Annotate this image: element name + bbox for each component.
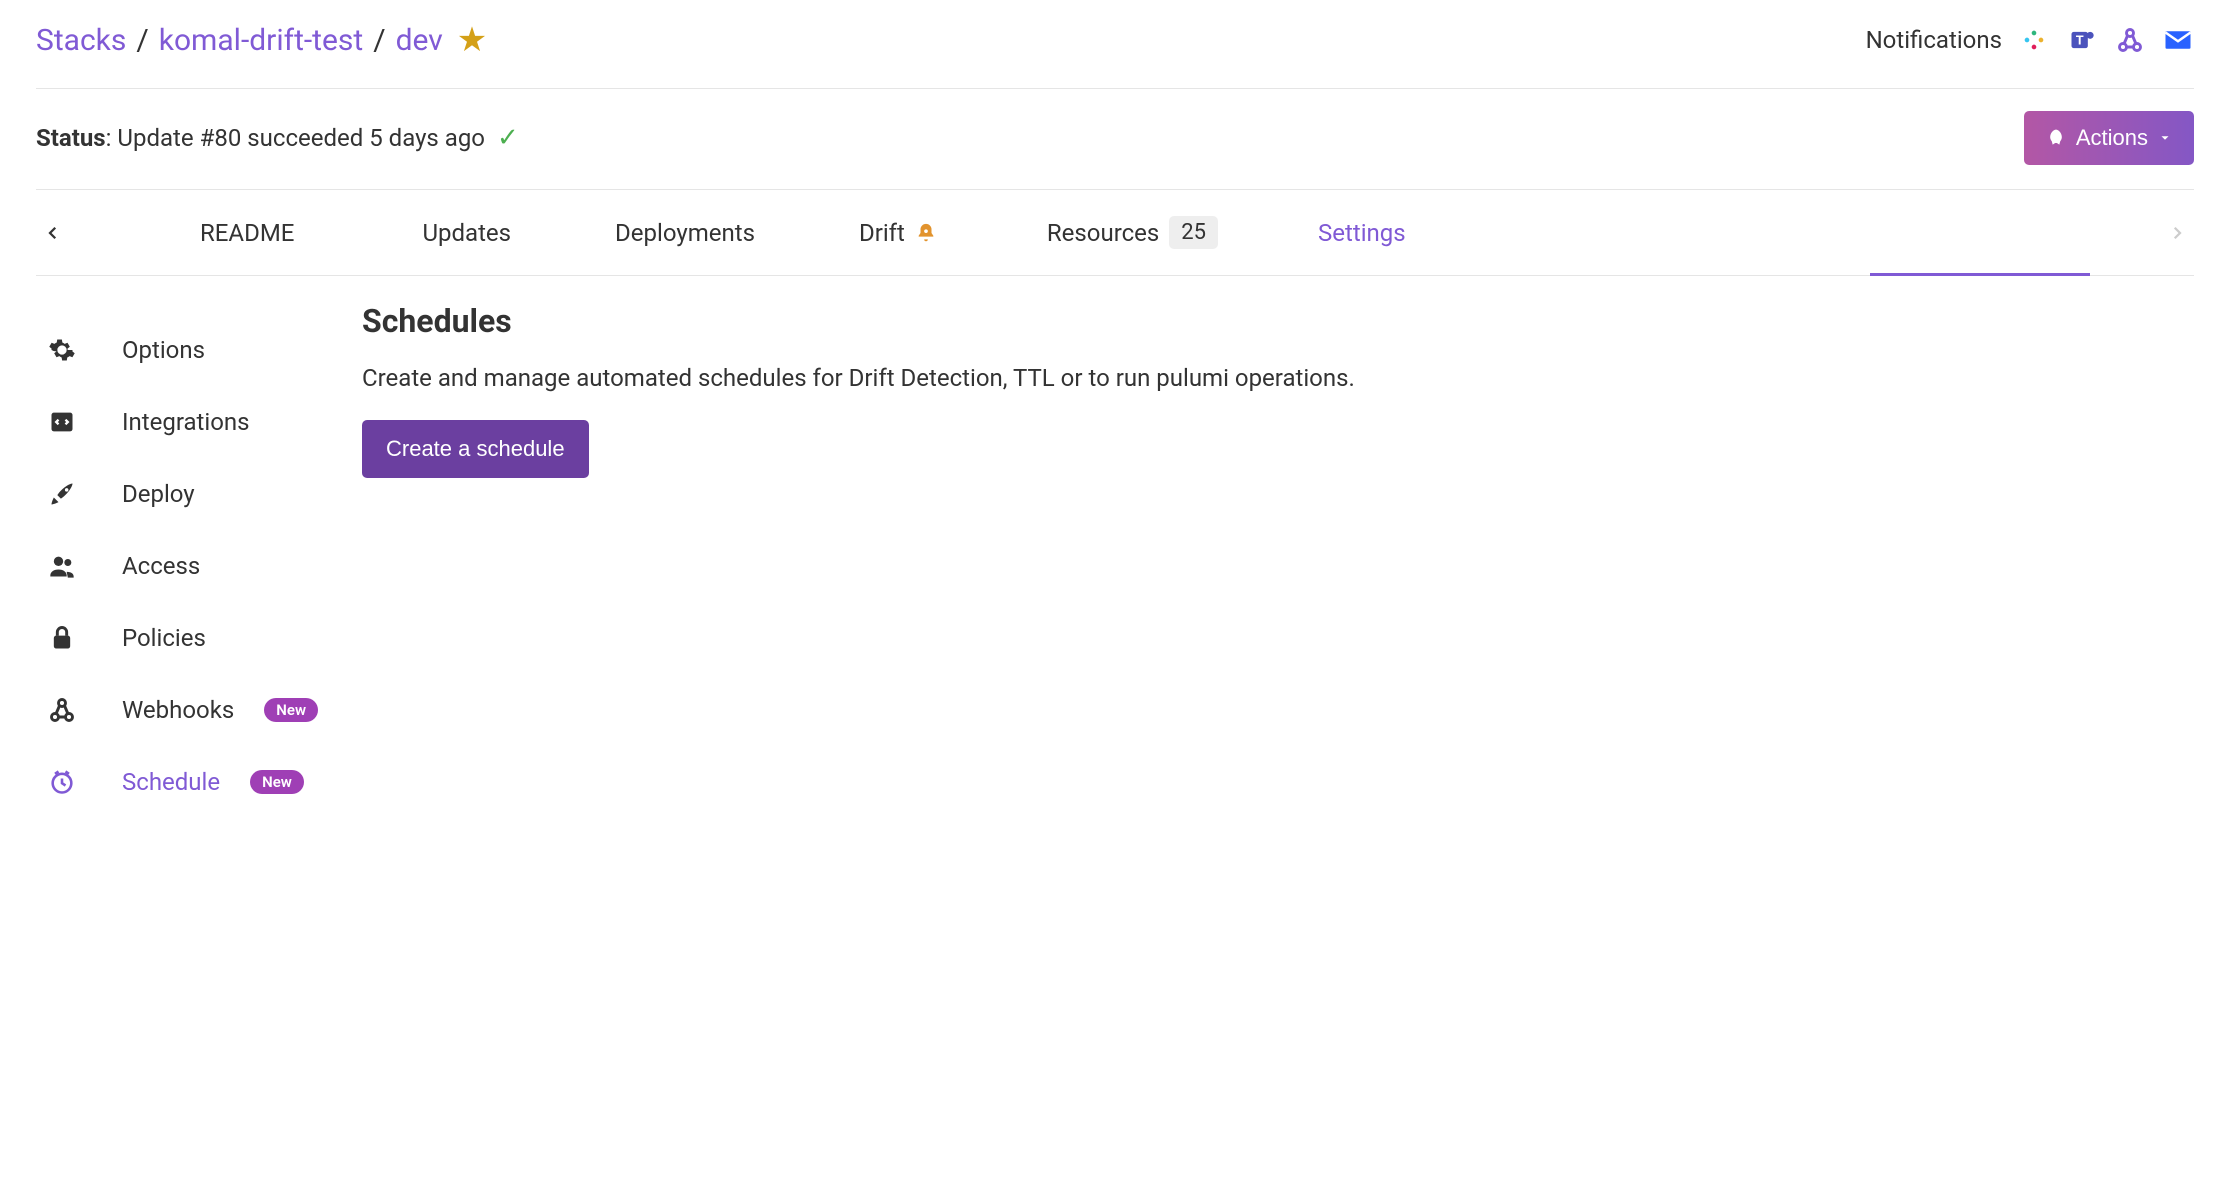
breadcrumb-stacks[interactable]: Stacks <box>36 23 126 58</box>
actions-button[interactable]: Actions <box>2024 111 2194 165</box>
chevron-down-icon <box>2158 131 2172 145</box>
notifications-row: Notifications T <box>1866 24 2194 56</box>
tab-scroll-left-icon[interactable] <box>36 224 70 242</box>
svg-text:T: T <box>2076 34 2084 49</box>
status-message: : Update #80 succeeded 5 days ago <box>106 124 485 152</box>
content-row: Options Integrations Deploy Access Polic… <box>36 276 2194 818</box>
breadcrumb-sep-2: / <box>373 23 385 58</box>
tab-readme[interactable]: README <box>200 193 294 273</box>
sidebar-options-label: Options <box>122 336 205 364</box>
page-title: Schedules <box>362 302 2194 340</box>
tabs-wrap: README Updates Deployments Drift Resourc… <box>70 190 2160 275</box>
rocket-icon <box>2046 128 2066 148</box>
star-icon[interactable]: ★ <box>457 20 487 60</box>
teams-icon[interactable]: T <box>2066 24 2098 56</box>
tab-deployments[interactable]: Deployments <box>615 193 755 273</box>
tab-settings[interactable]: Settings <box>1318 193 1406 273</box>
webhook-icon <box>48 696 78 724</box>
sidebar-item-deploy[interactable]: Deploy <box>36 458 362 530</box>
gear-icon <box>48 336 78 364</box>
sidebar-integrations-label: Integrations <box>122 408 250 436</box>
actions-label: Actions <box>2076 125 2148 151</box>
tab-resources[interactable]: Resources 25 <box>1047 190 1218 275</box>
breadcrumb-sep-1: / <box>136 23 148 58</box>
tab-drift[interactable]: Drift <box>859 193 937 273</box>
status-row: Status: Update #80 succeeded 5 days ago … <box>36 89 2194 190</box>
sidebar-item-integrations[interactable]: Integrations <box>36 386 362 458</box>
new-badge: New <box>264 698 318 722</box>
code-icon <box>48 408 78 436</box>
sidebar-webhooks-label: Webhooks <box>122 696 234 724</box>
tab-updates[interactable]: Updates <box>422 193 511 273</box>
rocket-icon <box>48 480 78 508</box>
breadcrumb-stack[interactable]: dev <box>396 23 443 58</box>
sidebar-item-access[interactable]: Access <box>36 530 362 602</box>
breadcrumb-project[interactable]: komal-drift-test <box>159 23 363 58</box>
slack-icon[interactable] <box>2018 24 2050 56</box>
tab-drift-label: Drift <box>859 219 905 247</box>
email-icon[interactable] <box>2162 24 2194 56</box>
header-row: Stacks / komal-drift-test / dev ★ Notifi… <box>36 20 2194 89</box>
sidebar-item-webhooks[interactable]: Webhooks New <box>36 674 362 746</box>
sidebar-item-schedule[interactable]: Schedule New <box>36 746 362 818</box>
new-badge: New <box>250 770 304 794</box>
main-content: Schedules Create and manage automated sc… <box>362 302 2194 818</box>
settings-sidebar: Options Integrations Deploy Access Polic… <box>36 302 362 818</box>
webhook-icon[interactable] <box>2114 24 2146 56</box>
status-text: Status: Update #80 succeeded 5 days ago … <box>36 123 519 153</box>
tab-resources-label: Resources <box>1047 219 1159 247</box>
breadcrumb: Stacks / komal-drift-test / dev ★ <box>36 20 487 60</box>
sidebar-policies-label: Policies <box>122 624 206 652</box>
resources-count-badge: 25 <box>1169 216 1218 249</box>
sidebar-access-label: Access <box>122 552 200 580</box>
sidebar-item-options[interactable]: Options <box>36 314 362 386</box>
lock-icon <box>48 624 78 652</box>
create-schedule-button[interactable]: Create a schedule <box>362 420 589 478</box>
tab-scroll-right-icon[interactable] <box>2160 224 2194 242</box>
clock-icon <box>48 768 78 796</box>
people-icon <box>48 552 78 580</box>
tabs-row: README Updates Deployments Drift Resourc… <box>36 190 2194 276</box>
notifications-label: Notifications <box>1866 26 2002 54</box>
sidebar-deploy-label: Deploy <box>122 480 195 508</box>
status-label: Status <box>36 124 106 152</box>
sidebar-item-policies[interactable]: Policies <box>36 602 362 674</box>
sidebar-schedule-label: Schedule <box>122 768 220 796</box>
page-description: Create and manage automated schedules fo… <box>362 364 2194 392</box>
drift-alert-icon <box>915 222 937 244</box>
status-success-icon: ✓ <box>497 123 519 153</box>
